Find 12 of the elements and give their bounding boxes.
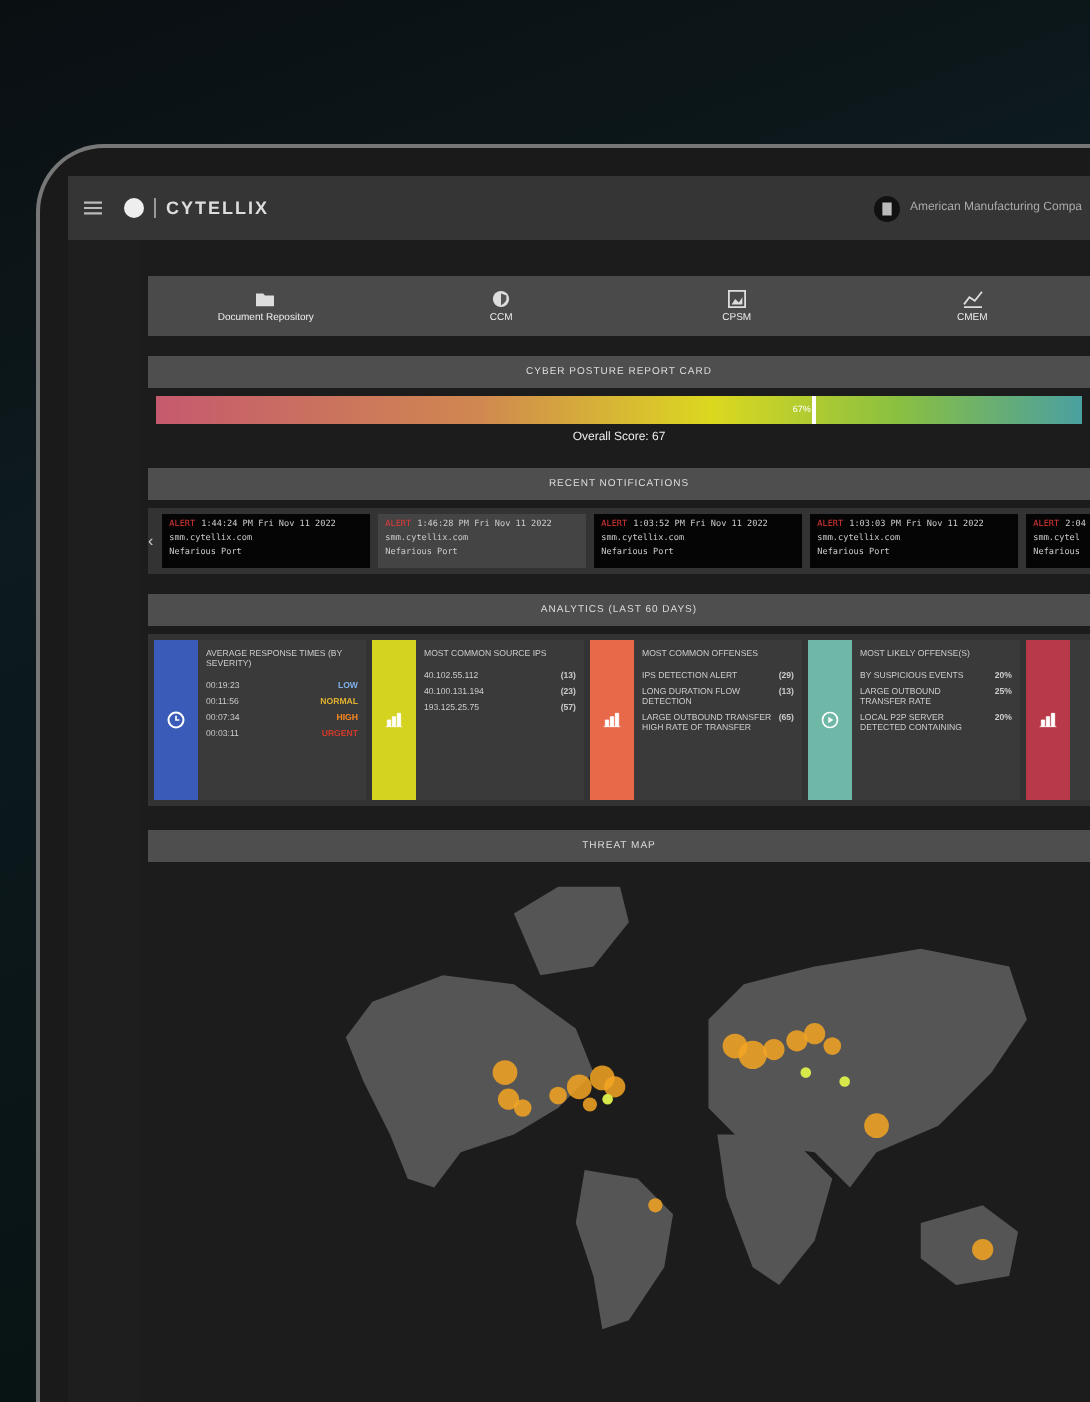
brand-name: CYTELLIX <box>166 198 270 218</box>
clock-icon <box>166 709 186 730</box>
bar-chart-icon <box>1038 709 1058 730</box>
play-circle-icon <box>820 709 840 730</box>
image-icon <box>725 289 748 307</box>
bar-chart-icon <box>602 709 622 730</box>
line-chart-icon <box>961 289 984 307</box>
divider-icon <box>154 198 156 218</box>
logo-circle-icon <box>124 198 144 218</box>
folder-icon <box>254 289 277 307</box>
menu-icon[interactable] <box>84 200 102 216</box>
bar-chart-icon <box>384 709 404 730</box>
